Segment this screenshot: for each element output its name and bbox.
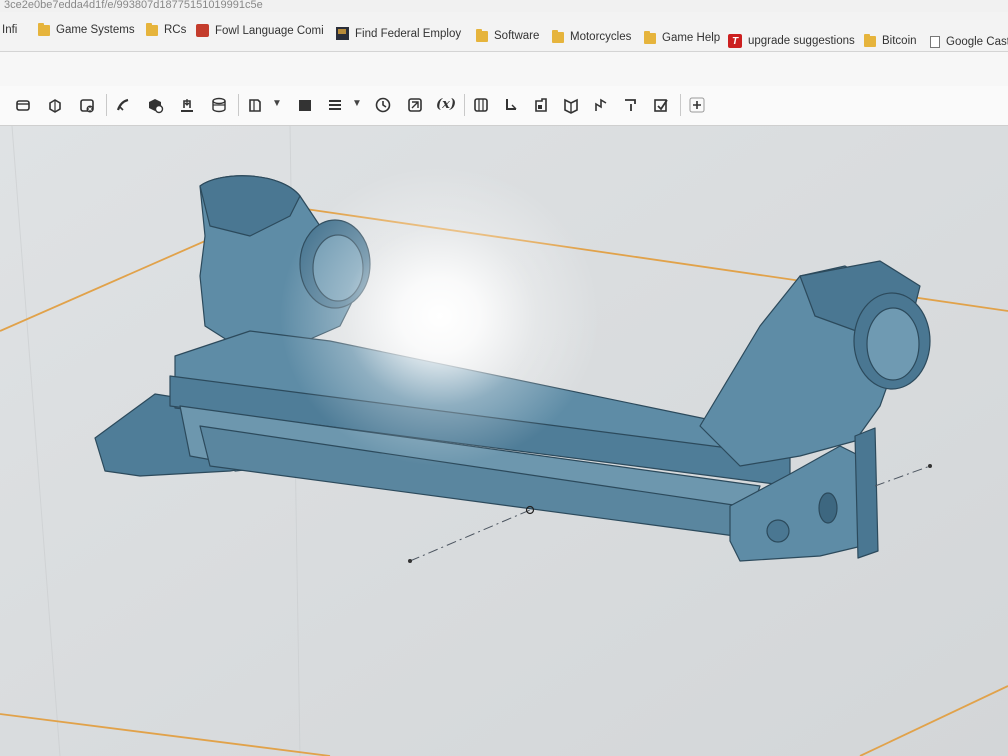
- bookmark-software[interactable]: Software: [476, 28, 539, 42]
- folder-icon: [552, 29, 564, 43]
- folder-icon: [38, 22, 50, 36]
- feature-toolbar: ▼ ▼ (x): [0, 86, 1008, 126]
- loft-icon[interactable]: [146, 96, 164, 114]
- fillet-icon[interactable]: [178, 96, 196, 114]
- axis-endpoint: [928, 464, 932, 468]
- shell-icon[interactable]: [246, 96, 264, 114]
- chevron-down-icon[interactable]: ▼: [272, 98, 282, 109]
- pattern-icon[interactable]: [326, 96, 344, 114]
- toolbar-separator: [106, 94, 107, 116]
- variable-button[interactable]: (x): [436, 97, 456, 112]
- bookmark-rcs[interactable]: RCs: [146, 22, 186, 36]
- screen-glare: [280, 166, 600, 466]
- history-icon[interactable]: [374, 96, 392, 114]
- tab-icon[interactable]: [532, 96, 550, 114]
- bookmark-upgrade-suggestions[interactable]: Tupgrade suggestions: [728, 34, 855, 48]
- fowl-language-icon: [196, 24, 209, 37]
- folder-icon: [476, 28, 488, 42]
- flange-icon[interactable]: [502, 96, 520, 114]
- bookmark-game-help[interactable]: Game Help: [644, 30, 720, 44]
- bookmark-fowl-language[interactable]: Fowl Language Comi: [196, 24, 324, 37]
- app-header: [0, 52, 1008, 86]
- mirror-icon[interactable]: [296, 96, 314, 114]
- page-icon: [930, 36, 940, 48]
- bookmark-game-systems[interactable]: Game Systems: [38, 22, 135, 36]
- new-part-studio-icon[interactable]: [14, 96, 32, 114]
- folder-icon: [864, 33, 876, 47]
- extrude-icon[interactable]: [46, 96, 64, 114]
- add-icon[interactable]: [688, 96, 706, 114]
- bookmarks-bar: Infi Game Systems RCs Fowl Language Comi…: [0, 12, 1008, 52]
- bookmark-infi[interactable]: Infi: [2, 24, 17, 36]
- bend-icon[interactable]: [562, 96, 580, 114]
- axis-endpoint: [408, 559, 412, 563]
- toolbar-separator: [680, 94, 681, 116]
- graphics-viewport[interactable]: [0, 126, 1008, 756]
- address-bar-url[interactable]: 3ce2e0be7edda4d1f/e/993807d1877515101999…: [0, 0, 1008, 12]
- bookmark-google-cast[interactable]: Google Cast: [930, 36, 1008, 48]
- model-canvas[interactable]: [0, 126, 1008, 756]
- bookmark-bitcoin[interactable]: Bitcoin: [864, 33, 917, 47]
- helix-icon[interactable]: [406, 96, 424, 114]
- finish-icon[interactable]: [652, 96, 670, 114]
- t-logo-icon: T: [728, 34, 742, 48]
- revolve-icon[interactable]: [78, 96, 96, 114]
- folder-icon: [146, 22, 158, 36]
- folder-icon: [644, 30, 656, 44]
- toolbar-separator: [464, 94, 465, 116]
- toolbar-separator: [238, 94, 239, 116]
- flag-icon: [336, 27, 349, 40]
- sheet-metal-icon[interactable]: [472, 96, 490, 114]
- sweep-icon[interactable]: [114, 96, 132, 114]
- bookmark-motorcycles[interactable]: Motorcycles: [552, 29, 631, 43]
- corner-icon[interactable]: [622, 96, 640, 114]
- joint-icon[interactable]: [592, 96, 610, 114]
- chamfer-icon[interactable]: [210, 96, 228, 114]
- bookmark-find-federal[interactable]: Find Federal Employ: [336, 27, 461, 40]
- chevron-down-icon[interactable]: ▼: [352, 98, 362, 109]
